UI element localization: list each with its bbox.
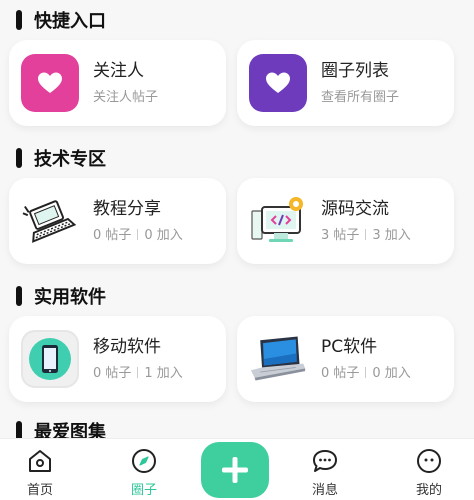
- code-monitor-icon: [249, 192, 307, 250]
- section-marker: [16, 421, 22, 438]
- card-name: 源码交流: [321, 199, 389, 219]
- tab-circle[interactable]: 圈子: [104, 439, 184, 500]
- card-circle-list[interactable]: 圈子列表 查看所有圈子: [237, 40, 454, 126]
- join-count: 0 加入: [372, 366, 411, 381]
- tab-home[interactable]: 首页: [0, 439, 80, 500]
- post-count: 0 帖子: [321, 366, 360, 381]
- stats-divider: [137, 367, 139, 378]
- tab-label: 圈子: [130, 483, 157, 498]
- section-marker: [16, 286, 22, 306]
- home-icon: [29, 450, 51, 472]
- tab-label: 消息: [311, 483, 338, 498]
- section-title-favorite-gallery: 最爱图集: [16, 420, 106, 438]
- card-tutorial-share[interactable]: 教程分享 0 帖子 0 加入: [9, 178, 226, 264]
- section-title-text: 技术专区: [34, 149, 106, 170]
- card-name: 教程分享: [93, 199, 161, 219]
- card-mobile-software[interactable]: 移动软件 0 帖子 1 加入: [9, 316, 226, 402]
- join-count: 1 加入: [144, 366, 183, 381]
- card-stats: 0 帖子 0 加入: [321, 366, 411, 382]
- card-stats: 0 帖子 0 加入: [93, 228, 183, 244]
- compass-icon: [132, 449, 156, 473]
- laptop-illustration-icon: [21, 192, 79, 250]
- card-subtitle: 查看所有圈子: [321, 90, 400, 105]
- join-count: 0 加入: [144, 228, 183, 243]
- stats-divider: [365, 229, 367, 240]
- stats-divider: [137, 229, 139, 240]
- section-title-useful-software: 实用软件: [16, 284, 106, 308]
- tab-label: 我的: [415, 483, 442, 498]
- card-stats: 0 帖子 1 加入: [93, 366, 183, 382]
- section-title-text: 实用软件: [34, 287, 106, 308]
- card-name: PC软件: [321, 337, 378, 357]
- join-count: 3 加入: [372, 228, 411, 243]
- plus-icon: [222, 457, 248, 483]
- create-post-button[interactable]: [201, 442, 269, 498]
- card-name: 关注人: [93, 61, 144, 81]
- section-marker: [16, 10, 22, 30]
- card-subtitle: 关注人帖子: [93, 90, 159, 105]
- card-name: 圈子列表: [321, 61, 389, 81]
- face-icon: [417, 449, 441, 473]
- section-title-tech-zone: 技术专区: [16, 146, 106, 170]
- section-title-text: 最爱图集: [34, 422, 106, 438]
- card-stats: 3 帖子 3 加入: [321, 228, 411, 244]
- heart-icon: [249, 54, 307, 112]
- tab-messages[interactable]: 消息: [285, 439, 365, 500]
- section-marker: [16, 148, 22, 168]
- card-pc-software[interactable]: PC软件 0 帖子 0 加入: [237, 316, 454, 402]
- tab-mine[interactable]: 我的: [389, 439, 469, 500]
- chat-bubble-icon: [313, 450, 337, 472]
- heart-icon: [21, 54, 79, 112]
- post-count: 0 帖子: [93, 228, 132, 243]
- card-following[interactable]: 关注人 关注人帖子: [9, 40, 226, 126]
- tab-label: 首页: [26, 483, 53, 498]
- post-count: 0 帖子: [93, 366, 132, 381]
- circle-page: 快捷入口 关注人 关注人帖子 圈子列表 查看所有圈子 技术专区 教程分享 0 帖…: [0, 0, 474, 438]
- card-source-code[interactable]: 源码交流 3 帖子 3 加入: [237, 178, 454, 264]
- section-title-text: 快捷入口: [34, 11, 106, 32]
- pc-laptop-icon: [249, 330, 307, 388]
- card-name: 移动软件: [93, 337, 161, 357]
- stats-divider: [365, 367, 367, 378]
- section-title-quick-entry: 快捷入口: [16, 8, 106, 32]
- post-count: 3 帖子: [321, 228, 360, 243]
- mobile-phone-icon: [21, 330, 79, 388]
